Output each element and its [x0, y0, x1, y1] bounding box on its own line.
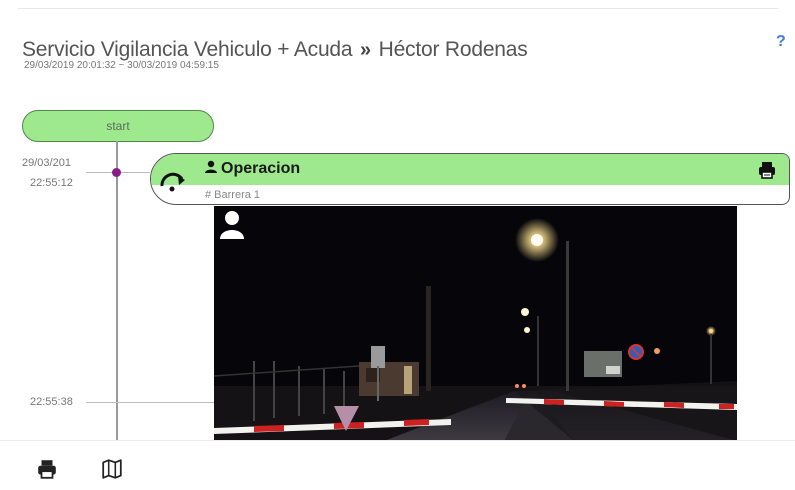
timeline-axis	[116, 141, 118, 441]
bottom-toolbar	[0, 440, 795, 490]
timestamp-date: 29/03/201	[22, 157, 71, 169]
timeline-event-dot	[112, 168, 121, 177]
help-button[interactable]: ?	[776, 33, 786, 51]
page-title: Servicio Vigilancia Vehiculo + Acuda » H…	[22, 38, 528, 62]
header-divider	[18, 8, 778, 9]
date-range: 29/03/2019 20:01:32 ~ 30/03/2019 04:59:1…	[24, 60, 219, 71]
night-street-photo	[214, 206, 737, 441]
event-card[interactable]: Operacion # Barrera 1	[150, 153, 790, 205]
print-icon[interactable]	[757, 160, 777, 180]
event-title: Operacion	[204, 160, 300, 178]
event-photo[interactable]	[214, 206, 737, 441]
user-icon	[205, 160, 217, 173]
title-separator: »	[360, 39, 371, 61]
event-title-text: Operacion	[221, 160, 301, 177]
print-icon[interactable]	[36, 458, 58, 480]
timeline-tick	[86, 402, 214, 403]
person-name: Héctor Rodenas	[378, 38, 528, 61]
event-subtitle: # Barrera 1	[205, 189, 261, 201]
timestamp-time: 22:55:12	[30, 177, 73, 189]
timeline-start: start	[22, 110, 214, 142]
service-title: Servicio Vigilancia Vehiculo + Acuda	[22, 38, 353, 61]
redo-arrow-icon	[160, 172, 185, 192]
timestamp-time: 22:55:38	[30, 396, 73, 408]
map-icon[interactable]	[101, 458, 123, 480]
user-icon	[220, 211, 244, 239]
